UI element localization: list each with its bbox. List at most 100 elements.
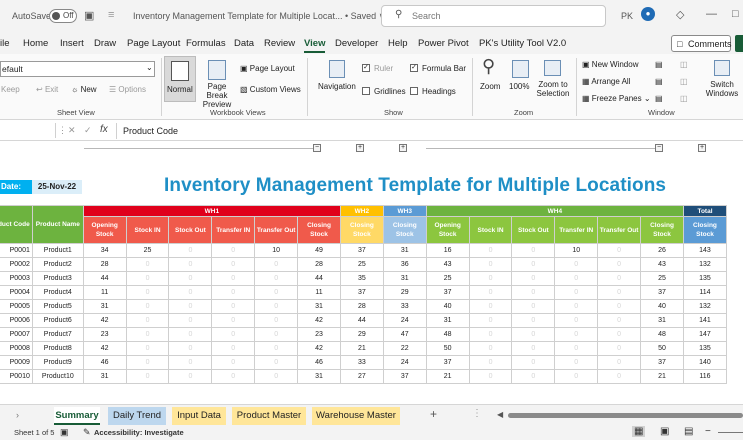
collapse-group-icon[interactable]: − <box>313 144 321 152</box>
cell-wh1-opening[interactable]: 11 <box>82 285 127 300</box>
cell-wh1-closing[interactable]: 42 <box>297 341 341 356</box>
cell-product-code[interactable]: P0004 <box>0 285 33 300</box>
macro-record-icon[interactable]: ▣ <box>60 427 69 438</box>
cell-product-name[interactable]: Product4 <box>31 285 84 300</box>
cell-wh1-transfer-in[interactable]: 0 <box>211 271 256 286</box>
cell-wh1-opening[interactable]: 46 <box>82 355 127 370</box>
menu-review[interactable]: Review <box>264 38 295 49</box>
cell-wh4-transfer-in[interactable]: 0 <box>554 257 599 272</box>
gridlines-checkbox[interactable] <box>362 87 370 95</box>
minimize-icon[interactable]: — <box>706 8 717 20</box>
cell-wh2-closing[interactable]: 27 <box>339 369 384 384</box>
cell-product-code[interactable]: P0009 <box>0 355 33 370</box>
cell-wh2-closing[interactable]: 33 <box>339 355 384 370</box>
cell-wh4-transfer-in[interactable]: 10 <box>554 243 599 258</box>
cell-wh1-stock-out[interactable]: 0 <box>168 355 213 370</box>
cell-product-name[interactable]: Product2 <box>31 257 84 272</box>
menu-developer[interactable]: Developer <box>335 38 378 49</box>
cell-wh1-opening[interactable]: 42 <box>82 313 127 328</box>
cell-wh3-closing[interactable]: 22 <box>382 341 427 356</box>
cell-product-name[interactable]: Product3 <box>31 271 84 286</box>
cell-total-closing[interactable]: 143 <box>682 243 728 258</box>
normal-view-button[interactable]: Normal <box>164 56 196 102</box>
cell-wh4-stock-out[interactable]: 0 <box>511 257 556 272</box>
cell-wh4-transfer-out[interactable]: 0 <box>597 285 642 300</box>
cell-wh4-stock-out[interactable]: 0 <box>511 355 556 370</box>
split-icon[interactable]: ▤ <box>655 60 663 69</box>
expand-group-icon[interactable]: + <box>698 144 706 152</box>
cell-wh1-closing[interactable]: 28 <box>297 257 341 272</box>
cell-wh1-stock-in[interactable]: 0 <box>125 369 170 384</box>
cell-total-closing[interactable]: 135 <box>682 271 728 286</box>
cell-wh4-transfer-out[interactable]: 0 <box>597 369 642 384</box>
cell-wh1-closing[interactable]: 23 <box>297 327 341 342</box>
menu-data[interactable]: Data <box>234 38 254 49</box>
tab-summary[interactable]: Summary <box>54 407 100 425</box>
cell-wh1-transfer-out[interactable]: 0 <box>254 271 299 286</box>
cell-wh1-opening[interactable]: 31 <box>82 299 127 314</box>
sync-scroll-icon[interactable]: ◫ <box>680 77 688 86</box>
cell-wh4-stock-in[interactable]: 0 <box>468 341 513 356</box>
cell-wh2-closing[interactable]: 37 <box>339 243 384 258</box>
cell-product-name[interactable]: Product6 <box>31 313 84 328</box>
cell-wh1-transfer-in[interactable]: 0 <box>211 369 256 384</box>
cell-wh4-stock-out[interactable]: 0 <box>511 313 556 328</box>
avatar-icon[interactable]: ● <box>641 7 655 21</box>
menu-home[interactable]: Home <box>23 38 48 49</box>
menu-draw[interactable]: Draw <box>94 38 116 49</box>
cell-wh4-stock-out[interactable]: 0 <box>511 369 556 384</box>
cell-wh4-closing[interactable]: 21 <box>640 369 684 384</box>
options-button[interactable]: ☰ Options <box>109 85 146 94</box>
cell-wh1-stock-out[interactable]: 0 <box>168 299 213 314</box>
scroll-tabs-right-icon[interactable]: › <box>16 410 19 420</box>
cell-wh1-closing[interactable]: 44 <box>297 271 341 286</box>
cell-total-closing[interactable]: 132 <box>682 257 728 272</box>
cell-wh4-stock-out[interactable]: 0 <box>511 285 556 300</box>
cell-wh1-stock-in[interactable]: 0 <box>125 271 170 286</box>
cell-wh1-closing[interactable]: 31 <box>297 369 341 384</box>
cell-product-code[interactable]: P0001 <box>0 243 33 258</box>
cell-wh4-transfer-out[interactable]: 0 <box>597 355 642 370</box>
cell-wh3-closing[interactable]: 36 <box>382 257 427 272</box>
cell-wh1-transfer-in[interactable]: 0 <box>211 299 256 314</box>
cell-wh4-transfer-in[interactable]: 0 <box>554 313 599 328</box>
cell-wh1-stock-out[interactable]: 0 <box>168 271 213 286</box>
cell-wh2-closing[interactable]: 28 <box>339 299 384 314</box>
cell-wh1-transfer-out[interactable]: 0 <box>254 341 299 356</box>
cell-wh1-opening[interactable]: 31 <box>82 369 127 384</box>
cell-total-closing[interactable]: 147 <box>682 327 728 342</box>
cell-wh4-opening[interactable]: 37 <box>425 355 470 370</box>
cell-wh1-transfer-out[interactable]: 0 <box>254 299 299 314</box>
cell-wh4-stock-in[interactable]: 0 <box>468 243 513 258</box>
menu-power-pivot[interactable]: Power Pivot <box>418 38 469 49</box>
add-sheet-icon[interactable]: + <box>430 407 437 421</box>
cell-wh1-transfer-out[interactable]: 0 <box>254 285 299 300</box>
cell-wh4-closing[interactable]: 37 <box>640 285 684 300</box>
comments-button[interactable]: □ Comments <box>671 35 732 52</box>
cell-wh4-transfer-out[interactable]: 0 <box>597 243 642 258</box>
unhide-icon[interactable]: ▤ <box>655 94 663 103</box>
cell-wh4-stock-in[interactable]: 0 <box>468 355 513 370</box>
autosave-toggle[interactable]: Off <box>49 9 77 23</box>
cell-wh1-stock-out[interactable]: 0 <box>168 341 213 356</box>
cell-wh3-closing[interactable]: 24 <box>382 313 427 328</box>
new-window-button[interactable]: ▣ New Window <box>582 60 638 69</box>
accessibility-status[interactable]: Accessibility: Investigate <box>94 428 184 437</box>
cell-wh1-stock-out[interactable]: 0 <box>168 257 213 272</box>
sheet-view-select[interactable]: efault ⌄ <box>0 61 155 77</box>
cell-wh4-stock-out[interactable]: 0 <box>511 243 556 258</box>
cell-wh4-closing[interactable]: 31 <box>640 313 684 328</box>
cell-wh2-closing[interactable]: 29 <box>339 327 384 342</box>
cell-wh3-closing[interactable]: 47 <box>382 327 427 342</box>
switch-windows-button[interactable]: Switch Windows <box>704 56 743 102</box>
cell-wh4-transfer-in[interactable]: 0 <box>554 369 599 384</box>
tab-product-master[interactable]: Product Master <box>232 407 306 425</box>
cell-wh1-closing[interactable]: 46 <box>297 355 341 370</box>
cell-wh4-transfer-out[interactable]: 0 <box>597 299 642 314</box>
cell-wh1-stock-out[interactable]: 0 <box>168 327 213 342</box>
ruler-checkbox[interactable]: ✓ <box>362 64 370 72</box>
cell-wh4-stock-out[interactable]: 0 <box>511 271 556 286</box>
menu-insert[interactable]: Insert <box>60 38 84 49</box>
reset-position-icon[interactable]: ◫ <box>680 94 688 103</box>
fx-icon[interactable]: fx <box>100 124 108 135</box>
